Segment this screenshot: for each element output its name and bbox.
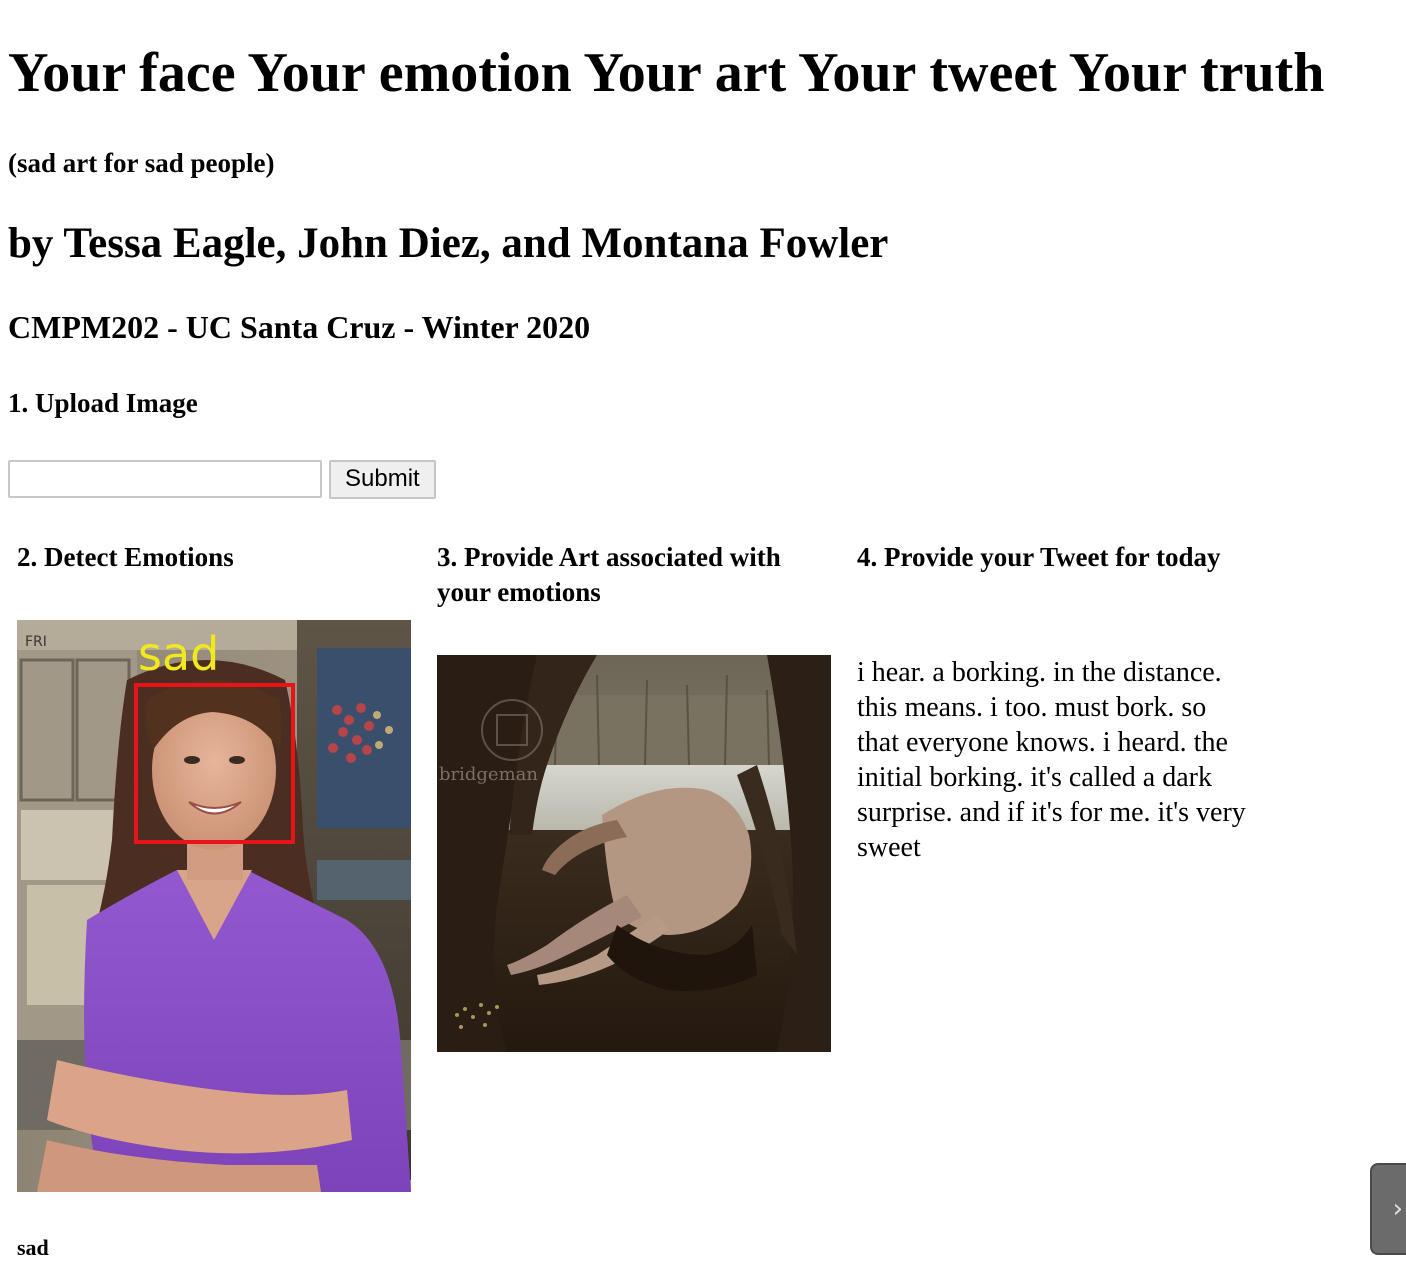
emotion-overlay-label: sad <box>138 627 219 681</box>
submit-button[interactable]: Submit <box>329 459 436 499</box>
art-heading: 3. Provide Art associated with your emot… <box>437 542 781 607</box>
detected-face-image: FRI sad <box>17 620 411 1192</box>
detected-emotion-result: sad <box>17 1235 49 1260</box>
authors-heading: by Tessa Eagle, John Diez, and Montana F… <box>8 220 889 267</box>
detect-heading: 2. Detect Emotions <box>17 542 234 572</box>
page-subtitle: (sad art for sad people) <box>8 148 275 178</box>
page: Your face Your emotion Your art Your twe… <box>8 0 1398 1262</box>
side-panel-tab[interactable]: › <box>1370 1163 1406 1255</box>
course-heading: CMPM202 - UC Santa Cruz - Winter 2020 <box>8 309 591 345</box>
page-title: Your face Your emotion Your art Your twe… <box>8 42 1325 104</box>
art-column: 3. Provide Art associated with your emot… <box>437 540 831 1052</box>
upload-heading: 1. Upload Image <box>8 388 198 418</box>
artwork-image: bridgeman <box>437 655 831 1052</box>
tweet-heading: 4. Provide your Tweet for today <box>857 542 1221 572</box>
tweet-text: i hear. a borking. in the distance. this… <box>857 657 1246 863</box>
detect-column: 2. Detect Emotions FRI sad <box>17 540 411 1192</box>
chevron-right-icon: › <box>1392 1194 1403 1224</box>
tweet-column: 4. Provide your Tweet for today i hear. … <box>857 540 1251 863</box>
art-watermark: bridgeman <box>439 764 538 785</box>
svg-text:FRI: FRI <box>25 634 47 650</box>
file-input[interactable] <box>8 460 322 498</box>
upload-form: Submit <box>8 459 436 499</box>
